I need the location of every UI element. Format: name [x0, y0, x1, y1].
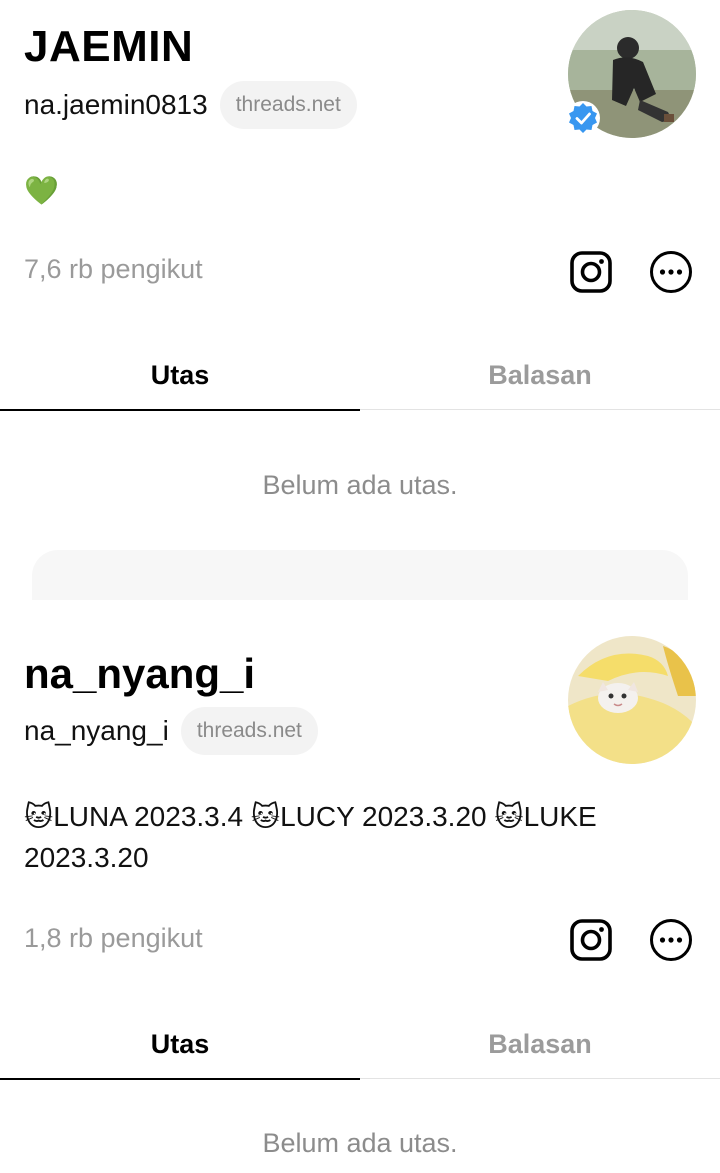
tab-utas[interactable]: Utas	[0, 340, 360, 411]
tab-balasan[interactable]: Balasan	[360, 1009, 720, 1079]
profile-display-name: JAEMIN	[24, 22, 194, 71]
card-divider	[32, 550, 688, 600]
avatar[interactable]	[568, 636, 696, 764]
empty-threads-message: Belum ada utas.	[262, 470, 458, 500]
profile-tabs: Utas Balasan	[0, 340, 720, 411]
profile-bio: 🐱LUNA 2023.3.4 🐱LUCY 2023.3.20 🐱LUKE 202…	[24, 801, 597, 873]
threads-domain-chip[interactable]: threads.net	[219, 81, 357, 129]
threads-domain-chip[interactable]: threads.net	[180, 707, 318, 755]
username-row: na_nyang_i threads.net	[24, 707, 318, 755]
username-row: na.jaemin0813 threads.net	[24, 81, 357, 129]
profile-card-na-nyang-i: na_nyang_i na_nyang_i threads.net 🐱LUNA …	[0, 598, 720, 1173]
tab-utas[interactable]: Utas	[0, 1009, 360, 1080]
followers-count[interactable]: 7,6 rb pengikut	[24, 254, 203, 285]
more-options-icon[interactable]	[648, 249, 694, 295]
instagram-icon[interactable]	[568, 917, 614, 963]
verified-badge-icon	[566, 101, 600, 135]
profile-display-name: na_nyang_i	[24, 650, 256, 697]
profile-username: na.jaemin0813	[24, 89, 208, 120]
profile-username: na_nyang_i	[24, 715, 169, 746]
empty-threads-message: Belum ada utas.	[262, 1128, 458, 1158]
instagram-icon[interactable]	[568, 249, 614, 295]
profile-card-jaemin: JAEMIN na.jaemin0813 threads.net 💚 7,6 r…	[0, 0, 720, 600]
more-options-icon[interactable]	[648, 917, 694, 963]
tab-balasan[interactable]: Balasan	[360, 340, 720, 410]
profile-tabs: Utas Balasan	[0, 1009, 720, 1080]
followers-count[interactable]: 1,8 rb pengikut	[24, 923, 203, 954]
profile-bio: 💚	[24, 175, 59, 206]
